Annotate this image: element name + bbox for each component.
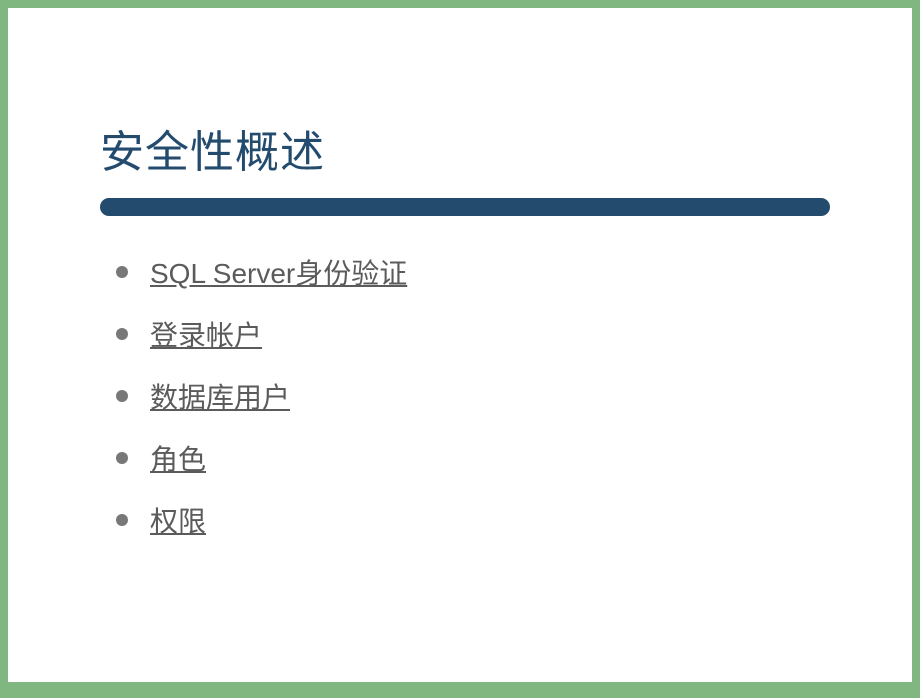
list-item: SQL Server身份验证 <box>116 252 912 292</box>
link-database-user[interactable]: 数据库用户 <box>150 376 290 416</box>
bullet-icon <box>116 390 128 402</box>
link-role[interactable]: 角色 <box>150 438 206 478</box>
bullet-icon <box>116 266 128 278</box>
divider-bar <box>100 198 830 216</box>
list-item: 权限 <box>116 500 912 540</box>
link-login-account[interactable]: 登录帐户 <box>150 314 262 354</box>
list-item: 角色 <box>116 438 912 478</box>
list-item: 登录帐户 <box>116 314 912 354</box>
bullet-icon <box>116 452 128 464</box>
link-sql-server-auth[interactable]: SQL Server身份验证 <box>150 252 407 292</box>
bullet-icon <box>116 328 128 340</box>
slide-container: 安全性概述 SQL Server身份验证 登录帐户 数据库用户 角色 权限 <box>8 8 912 682</box>
title-divider <box>100 198 830 216</box>
bullet-icon <box>116 514 128 526</box>
content-list: SQL Server身份验证 登录帐户 数据库用户 角色 权限 <box>8 216 912 540</box>
list-item: 数据库用户 <box>116 376 912 416</box>
slide-title: 安全性概述 <box>8 8 912 180</box>
link-permission[interactable]: 权限 <box>150 500 206 540</box>
